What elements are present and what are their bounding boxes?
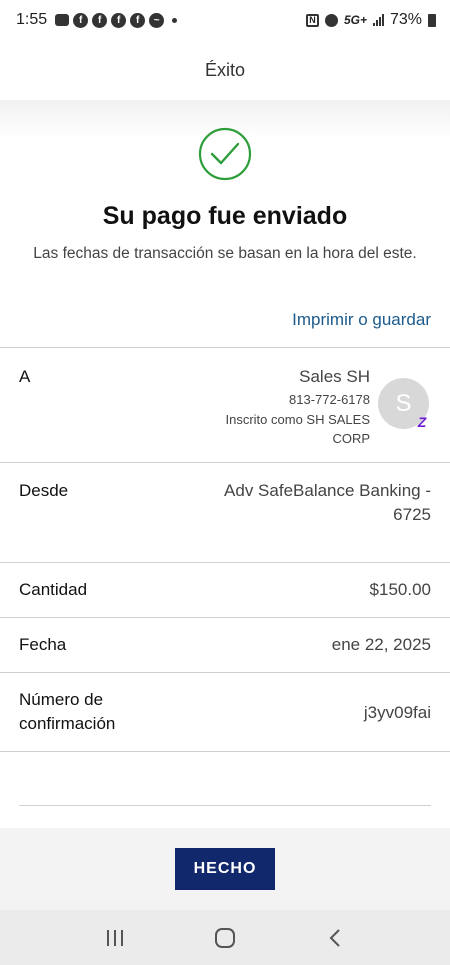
home-icon[interactable] xyxy=(205,918,245,958)
success-title: Su pago fue enviado xyxy=(102,202,348,230)
amount-value: $150.00 xyxy=(369,580,431,599)
system-nav-bar xyxy=(0,910,450,965)
status-time: 1:55 xyxy=(16,11,48,28)
facebook-icon: f xyxy=(111,12,127,28)
footer: HECHO xyxy=(0,828,450,910)
divider xyxy=(0,751,450,752)
facebook-icon: f xyxy=(92,12,108,28)
back-icon[interactable] xyxy=(315,918,355,958)
done-button[interactable]: HECHO xyxy=(175,848,275,890)
recipient-phone: 813-772-6178 xyxy=(289,392,370,407)
recent-apps-icon[interactable] xyxy=(95,918,135,958)
app-header: Éxito xyxy=(0,40,450,100)
messenger-icon: ~ xyxy=(149,12,165,28)
divider xyxy=(19,805,431,806)
amount-label: Cantidad xyxy=(19,580,88,599)
confirmation-label-line1: Número de xyxy=(19,690,104,709)
check-circle-icon xyxy=(198,127,252,181)
status-left: 1:55 f f f f ~ xyxy=(16,11,178,29)
date-label: Fecha xyxy=(19,635,67,654)
divider xyxy=(0,462,450,463)
recipient-name: Sales SH xyxy=(299,367,370,386)
content: Su pago fue enviado Las fechas de transa… xyxy=(0,100,450,828)
divider xyxy=(0,672,450,673)
status-right: N 5G+ 73% xyxy=(305,11,436,29)
alarm-icon xyxy=(324,13,338,27)
print-or-save-link[interactable]: Imprimir o guardar xyxy=(292,310,431,330)
to-label: A xyxy=(19,367,31,386)
message-icon xyxy=(55,14,70,26)
date-value: ene 22, 2025 xyxy=(331,635,431,654)
divider xyxy=(0,617,450,618)
from-account-line1: Adv SafeBalance Banking - xyxy=(224,481,431,500)
battery-percent: 73% xyxy=(389,11,422,28)
battery-icon xyxy=(428,13,436,27)
confirmation-number: j3yv09fai xyxy=(363,703,431,722)
divider xyxy=(0,562,450,563)
facebook-icon: f xyxy=(130,12,146,28)
confirmation-label-line2: confirmación xyxy=(19,714,116,733)
from-account-line2: 6725 xyxy=(393,505,431,524)
avatar-initial: S xyxy=(395,389,412,417)
more-notifications-icon xyxy=(172,17,178,23)
page-title: Éxito xyxy=(204,59,246,80)
recipient-enrolled-line2: CORP xyxy=(332,431,370,446)
network-type: 5G+ xyxy=(343,13,367,27)
facebook-icon: f xyxy=(73,12,89,28)
status-bar: 1:55 f f f f ~ N 5G+ 73% xyxy=(0,0,450,40)
recipient-enrolled-line1: Inscrito como SH SALES xyxy=(225,412,371,427)
divider xyxy=(0,347,450,348)
zelle-icon: Z xyxy=(417,414,427,430)
nfc-icon: N xyxy=(305,13,319,27)
signal-icon xyxy=(372,14,384,26)
timezone-note: Las fechas de transacción se basan en la… xyxy=(33,245,417,262)
from-label: Desde xyxy=(19,481,69,500)
